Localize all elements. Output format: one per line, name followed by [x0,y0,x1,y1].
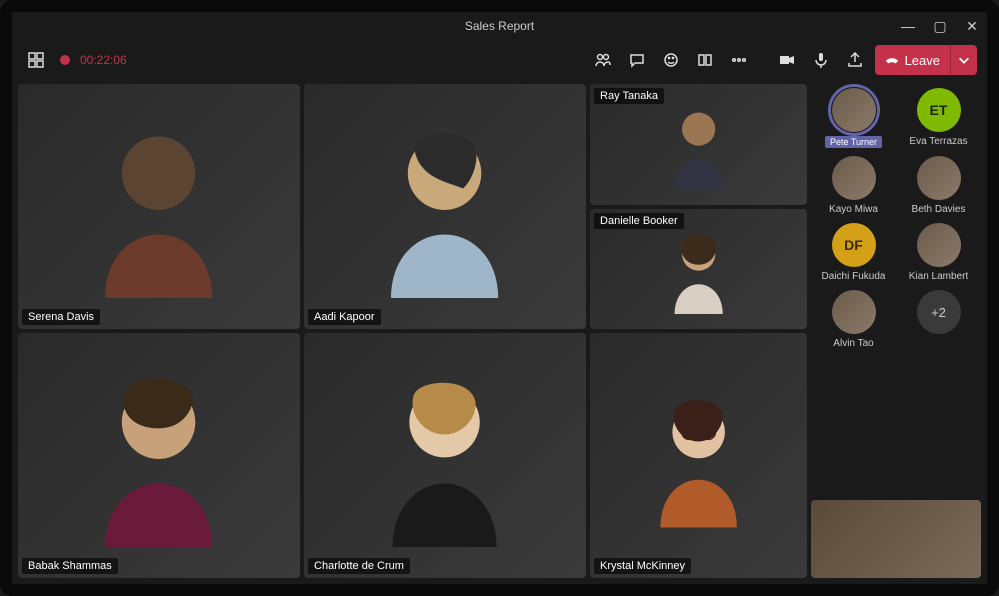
people-button[interactable] [589,46,617,74]
meeting-toolbar: 00:22:06 Leave [12,40,987,80]
participant-name: Daichi Fukuda [822,271,886,282]
minimize-button[interactable]: — [899,18,917,34]
window-title: Sales Report [465,19,534,33]
video-name-tag: Babak Shammas [22,558,118,574]
participant-item[interactable]: Kian Lambert [898,223,979,282]
participant-name: Kayo Miwa [829,204,878,215]
hangup-icon [885,53,899,67]
layout-button[interactable] [22,46,50,74]
recording-timer: 00:22:06 [80,53,127,67]
video-tile[interactable]: Aadi Kapoor [304,84,586,329]
video-tile[interactable]: Serena Davis [18,84,300,329]
chat-button[interactable] [623,46,651,74]
participants-grid: Pete Turner ET Eva Terrazas Kayo Miwa Be… [811,84,981,490]
avatar [832,290,876,334]
recording-icon [60,55,70,65]
avatar [832,156,876,200]
video-name-tag: Charlotte de Crum [308,558,410,574]
rooms-button[interactable] [691,46,719,74]
video-name-tag: Serena Davis [22,309,100,325]
participant-video [590,333,807,578]
video-tile[interactable]: Ray Tanaka [590,84,807,205]
video-tile[interactable]: Danielle Booker [590,209,807,330]
participant-name: Beth Davies [912,204,966,215]
window-controls: — ▢ ✕ [899,12,981,40]
participant-item[interactable]: DF Daichi Fukuda [813,223,894,282]
camera-button[interactable] [773,46,801,74]
participant-item[interactable]: Beth Davies [898,156,979,215]
participant-item[interactable]: ET Eva Terrazas [898,88,979,148]
video-tile[interactable]: Krystal McKinney [590,333,807,578]
participant-video [18,84,300,329]
maximize-button[interactable]: ▢ [931,18,949,35]
participant-name: Alvin Tao [833,338,873,349]
leave-dropdown-button[interactable] [951,45,977,75]
participant-name: Kian Lambert [909,271,968,282]
avatar: DF [832,223,876,267]
reactions-button[interactable] [657,46,685,74]
avatar: ET [917,88,961,132]
avatar [917,223,961,267]
close-button[interactable]: ✕ [963,18,981,35]
participant-item[interactable]: Pete Turner [813,88,894,148]
video-tile[interactable]: Babak Shammas [18,333,300,578]
participant-item[interactable]: Kayo Miwa [813,156,894,215]
speaking-pill: Pete Turner [825,136,882,148]
more-actions-button[interactable] [725,46,753,74]
video-grid: Serena Davis Aadi Kapoor Ray Tanaka Dani… [18,84,807,578]
participant-video [304,84,586,329]
participants-panel: Pete Turner ET Eva Terrazas Kayo Miwa Be… [811,84,981,578]
self-video-tile[interactable] [811,500,981,578]
video-name-tag: Krystal McKinney [594,558,691,574]
overflow-count: +2 [917,290,961,334]
participant-video [18,333,300,578]
video-name-tag: Ray Tanaka [594,88,664,104]
overflow-participants-button[interactable]: +2 [898,290,979,349]
titlebar: Sales Report — ▢ ✕ [12,12,987,40]
meeting-content: Serena Davis Aadi Kapoor Ray Tanaka Dani… [12,80,987,584]
participant-video [304,333,586,578]
leave-label: Leave [905,53,940,68]
video-name-tag: Danielle Booker [594,213,684,229]
video-tile[interactable]: Charlotte de Crum [304,333,586,578]
leave-button[interactable]: Leave [875,45,977,75]
share-button[interactable] [841,46,869,74]
video-name-tag: Aadi Kapoor [308,309,381,325]
participant-name: Eva Terrazas [909,136,967,147]
avatar [832,88,876,132]
avatar [917,156,961,200]
participant-item[interactable]: Alvin Tao [813,290,894,349]
mic-button[interactable] [807,46,835,74]
chevron-down-icon [957,53,971,67]
